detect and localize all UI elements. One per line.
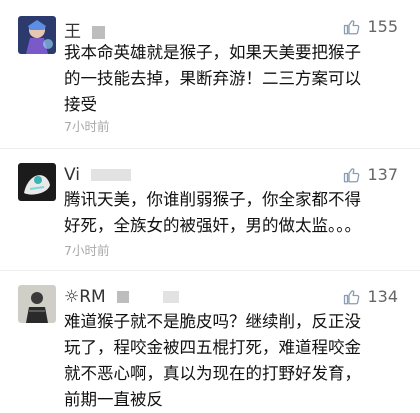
- username-mask: [162, 291, 179, 303]
- comment-text: 我本命英雄就是猴子，如果天美要把猴子 的一技能去掉，果断弃游！二三方案可以 接受: [64, 43, 361, 114]
- username[interactable]: 王: [64, 17, 106, 42]
- user-avatar[interactable]: [18, 163, 56, 201]
- username[interactable]: ☼RM: [64, 287, 179, 307]
- like-button[interactable]: 134: [343, 287, 398, 306]
- person-photo-avatar-icon: [18, 285, 56, 323]
- like-count: 137: [367, 165, 398, 184]
- like-count: 134: [367, 287, 398, 306]
- like-button[interactable]: 137: [343, 165, 398, 184]
- comment-time: 7小时前: [64, 243, 110, 258]
- divider: [0, 148, 420, 149]
- thumbs-up-icon: [344, 19, 360, 34]
- username-mask: [117, 291, 130, 303]
- comment-time: 7小时前: [64, 119, 110, 134]
- username[interactable]: Vi: [64, 165, 132, 185]
- thumbs-up-icon: [344, 167, 360, 182]
- like-count: 155: [367, 17, 398, 36]
- comment-text: 难道猴子就不是脆皮吗？继续削，反正没 玩了，程咬金被四五棍打死，难道程咬金 就不…: [64, 312, 361, 409]
- thumbs-up-icon: [344, 289, 360, 304]
- anime-character-avatar-icon: [18, 163, 56, 201]
- user-avatar[interactable]: [18, 16, 56, 54]
- anime-hero-avatar-icon: [18, 16, 56, 54]
- user-avatar[interactable]: [18, 285, 56, 323]
- comment-text: 腾讯天美，你谁削弱猴子，你全家都不得 好死，全族女的被强奸，男的做太监。。。: [64, 190, 361, 235]
- username-mask: [91, 169, 132, 181]
- like-button[interactable]: 155: [343, 17, 398, 36]
- divider: [0, 270, 420, 271]
- username-mask: [92, 25, 106, 39]
